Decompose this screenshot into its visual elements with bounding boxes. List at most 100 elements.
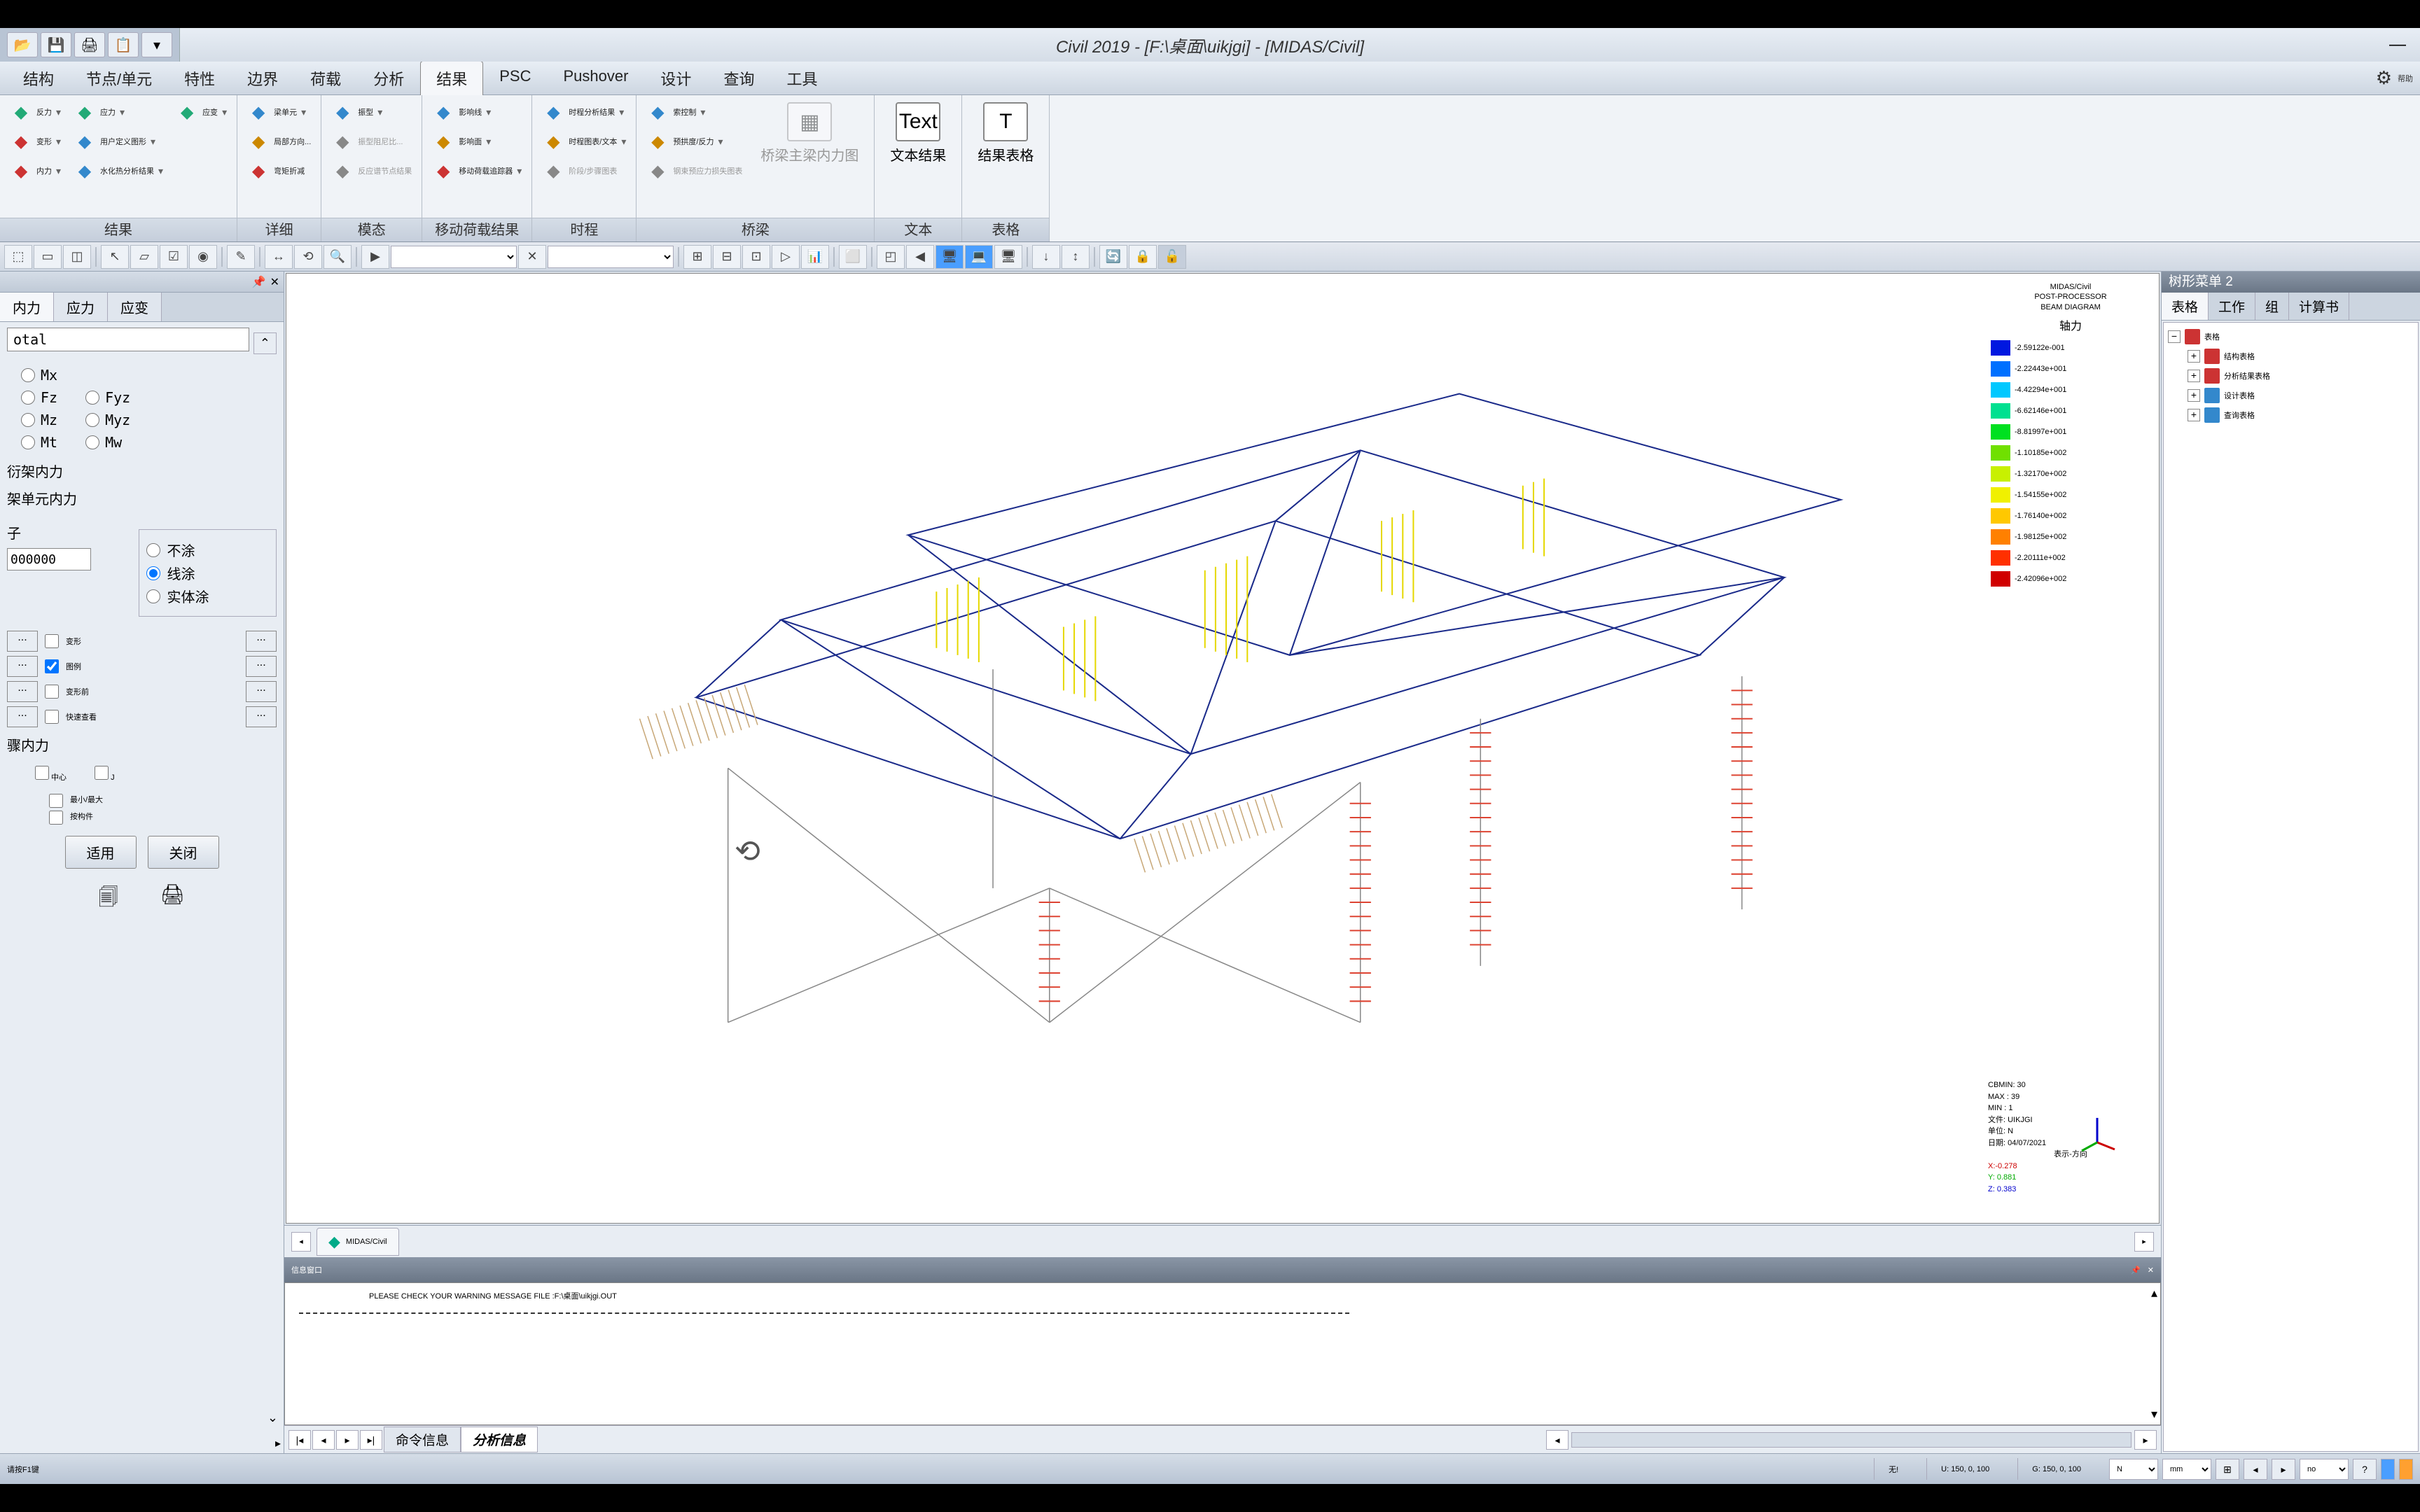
scroll-left-icon[interactable]: ◂ bbox=[291, 1232, 311, 1252]
radio-Mx[interactable]: Mx bbox=[21, 367, 57, 384]
tb-btn[interactable]: ⬚ bbox=[4, 245, 32, 269]
sb-btn[interactable]: ⊞ bbox=[2216, 1459, 2239, 1480]
sb-btn[interactable] bbox=[2381, 1459, 2395, 1480]
collapse-arrow-icon[interactable]: ⌄ bbox=[267, 1410, 278, 1425]
expand-arrow-icon[interactable]: ▸ bbox=[275, 1436, 281, 1450]
help-label[interactable]: 帮助 bbox=[2398, 73, 2413, 84]
ribbon-时程图表/文本[interactable]: ◆时程图表/文本 bbox=[538, 127, 630, 155]
opt-btn[interactable]: ... bbox=[7, 656, 38, 677]
sb-unit-n[interactable]: N bbox=[2109, 1459, 2158, 1480]
qat-undo-icon[interactable]: 🖨 bbox=[74, 32, 105, 57]
ribbon-移动荷载追踪器[interactable]: ◆移动荷载追踪器 bbox=[428, 157, 526, 185]
ribbon-索控制[interactable]: ◆索控制 bbox=[642, 98, 746, 126]
qat-dropdown-icon[interactable]: ▾ bbox=[141, 32, 172, 57]
tree-表格[interactable]: −表格 bbox=[2168, 327, 2414, 346]
tb-btn[interactable]: ↕ bbox=[1062, 245, 1090, 269]
ribbon-振型[interactable]: ◆振型 bbox=[327, 98, 416, 126]
sb-btn[interactable] bbox=[2399, 1459, 2413, 1480]
ribbon-变形[interactable]: ◆变形 bbox=[6, 127, 65, 155]
close-icon[interactable]: ✕ bbox=[270, 275, 279, 289]
lp-tab-内力[interactable]: 内力 bbox=[0, 293, 54, 321]
sb-unit-mm[interactable]: mm bbox=[2162, 1459, 2211, 1480]
tree-view[interactable]: −表格+结构表格+分析结果表格+设计表格+查询表格 bbox=[2163, 322, 2419, 1452]
sb-btn[interactable]: ▸ bbox=[2272, 1459, 2295, 1480]
tb-btn[interactable]: ↔ bbox=[265, 245, 293, 269]
ribbon-big-结果表格[interactable]: T结果表格 bbox=[968, 98, 1043, 169]
close-icon[interactable]: ✕ bbox=[2148, 1266, 2154, 1275]
rp-tab-组[interactable]: 组 bbox=[2255, 293, 2289, 320]
tb-btn[interactable]: ⟲ bbox=[294, 245, 322, 269]
tree-设计表格[interactable]: +设计表格 bbox=[2168, 386, 2414, 405]
lp-tab-应变[interactable]: 应变 bbox=[108, 293, 162, 321]
fill-线涂[interactable]: 线涂 bbox=[146, 563, 270, 583]
qat-open-icon[interactable]: 📂 bbox=[7, 32, 38, 57]
sb-no[interactable]: no bbox=[2300, 1459, 2349, 1480]
ribbon-反力[interactable]: ◆反力 bbox=[6, 98, 65, 126]
chk-minmax[interactable]: 最小/最大 bbox=[49, 794, 277, 808]
tb-btn[interactable]: ▱ bbox=[130, 245, 158, 269]
fill-实体涂[interactable]: 实体涂 bbox=[146, 586, 270, 606]
apply-button[interactable]: 适用 bbox=[65, 836, 137, 869]
qat-print-icon[interactable]: 📋 bbox=[108, 32, 139, 57]
pin-icon[interactable]: 📌 bbox=[252, 275, 266, 289]
ribbon-预拱度/反力[interactable]: ◆预拱度/反力 bbox=[642, 127, 746, 155]
hscroll[interactable] bbox=[1571, 1432, 2132, 1448]
menu-工具[interactable]: 工具 bbox=[770, 61, 833, 96]
qat-save-icon[interactable]: 💾 bbox=[41, 32, 71, 57]
tb-btn[interactable]: ✕ bbox=[518, 245, 546, 269]
next-icon[interactable]: ▸ bbox=[336, 1430, 359, 1450]
menu-特性[interactable]: 特性 bbox=[168, 61, 231, 96]
ribbon-内力[interactable]: ◆内力 bbox=[6, 157, 65, 185]
opt-btn[interactable]: ... bbox=[246, 681, 277, 702]
tb-combo-1[interactable] bbox=[391, 246, 517, 268]
fill-不涂[interactable]: 不涂 bbox=[146, 540, 270, 560]
msg-body[interactable]: PLEASE CHECK YOUR WARNING MESSAGE FILE :… bbox=[284, 1282, 2161, 1425]
opt-btn[interactable]: ... bbox=[7, 706, 38, 727]
pin-icon[interactable]: 📌 bbox=[2131, 1266, 2141, 1275]
ribbon-应力[interactable]: ◆应力 bbox=[69, 98, 167, 126]
radio-Myz[interactable]: Myz bbox=[85, 412, 130, 428]
tb-btn[interactable]: ⊞ bbox=[683, 245, 711, 269]
tb-btn[interactable]: ⊟ bbox=[713, 245, 741, 269]
tb-btn[interactable]: 🔒 bbox=[1129, 245, 1157, 269]
menu-Pushover[interactable]: Pushover bbox=[547, 61, 644, 96]
tree-分析结果表格[interactable]: +分析结果表格 bbox=[2168, 366, 2414, 386]
opt-btn[interactable]: ... bbox=[7, 681, 38, 702]
chk-变形[interactable]: 变形 bbox=[45, 634, 239, 648]
opt-btn[interactable]: ... bbox=[246, 631, 277, 652]
menu-荷载[interactable]: 荷载 bbox=[294, 61, 357, 96]
tb-btn[interactable]: 🔍 bbox=[324, 245, 352, 269]
chk-center[interactable]: 中心 bbox=[35, 766, 67, 783]
ribbon-big-文本结果[interactable]: Text文本结果 bbox=[880, 98, 956, 169]
tb-btn[interactable]: 📊 bbox=[801, 245, 829, 269]
last-icon[interactable]: ▸| bbox=[360, 1430, 382, 1450]
tb-btn[interactable]: ◰ bbox=[877, 245, 905, 269]
ribbon-影响面[interactable]: ◆影响面 bbox=[428, 127, 526, 155]
ribbon-水化热分析结果[interactable]: ◆水化热分析结果 bbox=[69, 157, 167, 185]
tree-结构表格[interactable]: +结构表格 bbox=[2168, 346, 2414, 366]
tb-btn[interactable]: 🔄 bbox=[1099, 245, 1127, 269]
menu-PSC[interactable]: PSC bbox=[483, 61, 547, 96]
chk-bycomp[interactable]: 按构件 bbox=[49, 811, 277, 825]
menu-结构[interactable]: 结构 bbox=[7, 61, 70, 96]
opt-btn[interactable]: ... bbox=[246, 656, 277, 677]
ribbon-梁单元[interactable]: ◆梁单元 bbox=[243, 98, 315, 126]
radio-Fyz[interactable]: Fyz bbox=[85, 389, 130, 406]
scroll-up-icon[interactable]: ▴ bbox=[2151, 1286, 2157, 1301]
collapse-icon[interactable]: ⌃ bbox=[253, 332, 277, 354]
prev-icon[interactable]: ◂ bbox=[312, 1430, 335, 1450]
chk-j[interactable]: J bbox=[95, 766, 115, 783]
scroll-right-icon[interactable]: ▸ bbox=[2134, 1232, 2154, 1252]
rp-tab-表格[interactable]: 表格 bbox=[2162, 293, 2209, 320]
menu-节点/单元[interactable]: 节点/单元 bbox=[70, 61, 168, 96]
scroll-down-icon[interactable]: ▾ bbox=[2151, 1407, 2157, 1422]
tb-btn[interactable]: ⬜ bbox=[839, 245, 867, 269]
radio-Mt[interactable]: Mt bbox=[21, 434, 57, 451]
tb-btn[interactable]: ◀ bbox=[906, 245, 934, 269]
tb-btn[interactable]: ▷ bbox=[772, 245, 800, 269]
sb-btn[interactable]: ? bbox=[2353, 1459, 2377, 1480]
tb-btn[interactable]: 💻 bbox=[965, 245, 993, 269]
ribbon-弯矩折减[interactable]: ◆弯矩折减 bbox=[243, 157, 315, 185]
tb-btn[interactable]: ▭ bbox=[34, 245, 62, 269]
ribbon-时程分析结果[interactable]: ◆时程分析结果 bbox=[538, 98, 630, 126]
